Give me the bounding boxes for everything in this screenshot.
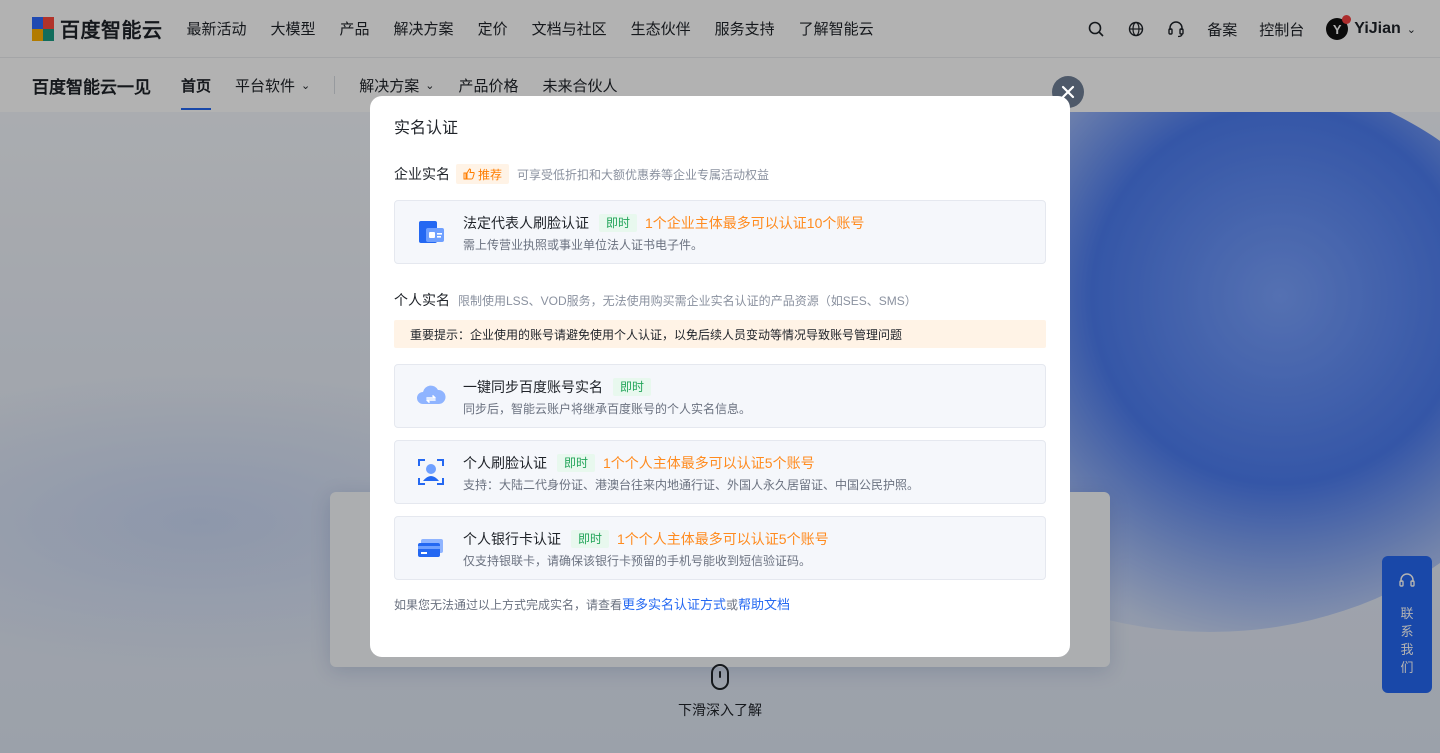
more-auth-methods-link[interactable]: 更多实名认证方式 [622,597,726,612]
card-limit: 1个企业主体最多可以认证10个账号 [645,214,865,231]
personal-desc: 限制使用LSS、VOD服务，无法使用购买需企业实名认证的产品资源（如SES、SM… [458,293,917,308]
card-limit: 1个个人主体最多可以认证5个账号 [603,454,815,471]
cloud-sync-icon [415,380,447,412]
bank-card-icon [415,532,447,564]
auth-option-sync-baidu[interactable]: 一键同步百度账号实名 即时 同步后，智能云账户将继承百度账号的个人实名信息。 [394,364,1046,428]
thumbs-up-icon [463,168,475,180]
card-title: 个人刷脸认证 [463,454,547,471]
card-desc: 同步后，智能云账户将继承百度账号的个人实名信息。 [463,401,752,416]
footer-text: 或 [726,598,739,612]
instant-badge: 即时 [557,453,596,472]
modal-title: 实名认证 [394,120,459,137]
card-desc: 需上传营业执照或事业单位法人证书电子件。 [463,237,704,252]
modal-footer-note: 如果您无法通过以上方式完成实名，请查看更多实名认证方式或帮助文档 [394,594,1046,613]
important-notice: 重要提示：企业使用的账号请避免使用个人认证，以免后续人员变动等情况导致账号管理问… [394,320,1046,348]
auth-option-personal-face[interactable]: 个人刷脸认证 即时 1个个人主体最多可以认证5个账号 支持：大陆二代身份证、港澳… [394,440,1046,504]
business-license-icon [415,216,447,248]
enterprise-section-header: 企业实名 推荐 可享受低折扣和大额优惠券等企业专属活动权益 [394,164,1046,184]
instant-badge: 即时 [599,213,638,232]
card-title: 个人银行卡认证 [463,530,561,547]
face-scan-icon [415,456,447,488]
real-name-auth-modal: 实名认证 企业实名 推荐 可享受低折扣和大额优惠券等企业专属活动权益 法定代表人… [370,96,1070,657]
personal-title: 个人实名 [394,292,450,308]
enterprise-title: 企业实名 [394,166,450,182]
card-limit: 1个个人主体最多可以认证5个账号 [617,530,829,547]
instant-badge: 即时 [571,529,610,548]
card-desc: 仅支持银联卡，请确保该银行卡预留的手机号能收到短信验证码。 [463,553,812,568]
enterprise-desc: 可享受低折扣和大额优惠券等企业专属活动权益 [517,167,770,182]
auth-option-legal-rep-face[interactable]: 法定代表人刷脸认证 即时 1个企业主体最多可以认证10个账号 需上传营业执照或事… [394,200,1046,264]
card-title: 一键同步百度账号实名 [463,378,603,395]
card-desc: 支持：大陆二代身份证、港澳台往来内地通行证、外国人永久居留证、中国公民护照。 [463,477,920,492]
auth-option-bank-card[interactable]: 个人银行卡认证 即时 1个个人主体最多可以认证5个账号 仅支持银联卡，请确保该银… [394,516,1046,580]
personal-section-header: 个人实名 限制使用LSS、VOD服务，无法使用购买需企业实名认证的产品资源（如S… [394,290,1046,310]
help-docs-link[interactable]: 帮助文档 [738,597,790,612]
recommend-badge: 推荐 [456,164,510,184]
instant-badge: 即时 [613,377,652,396]
card-title: 法定代表人刷脸认证 [463,214,589,231]
footer-text: 如果您无法通过以上方式完成实名，请查看 [394,598,623,612]
